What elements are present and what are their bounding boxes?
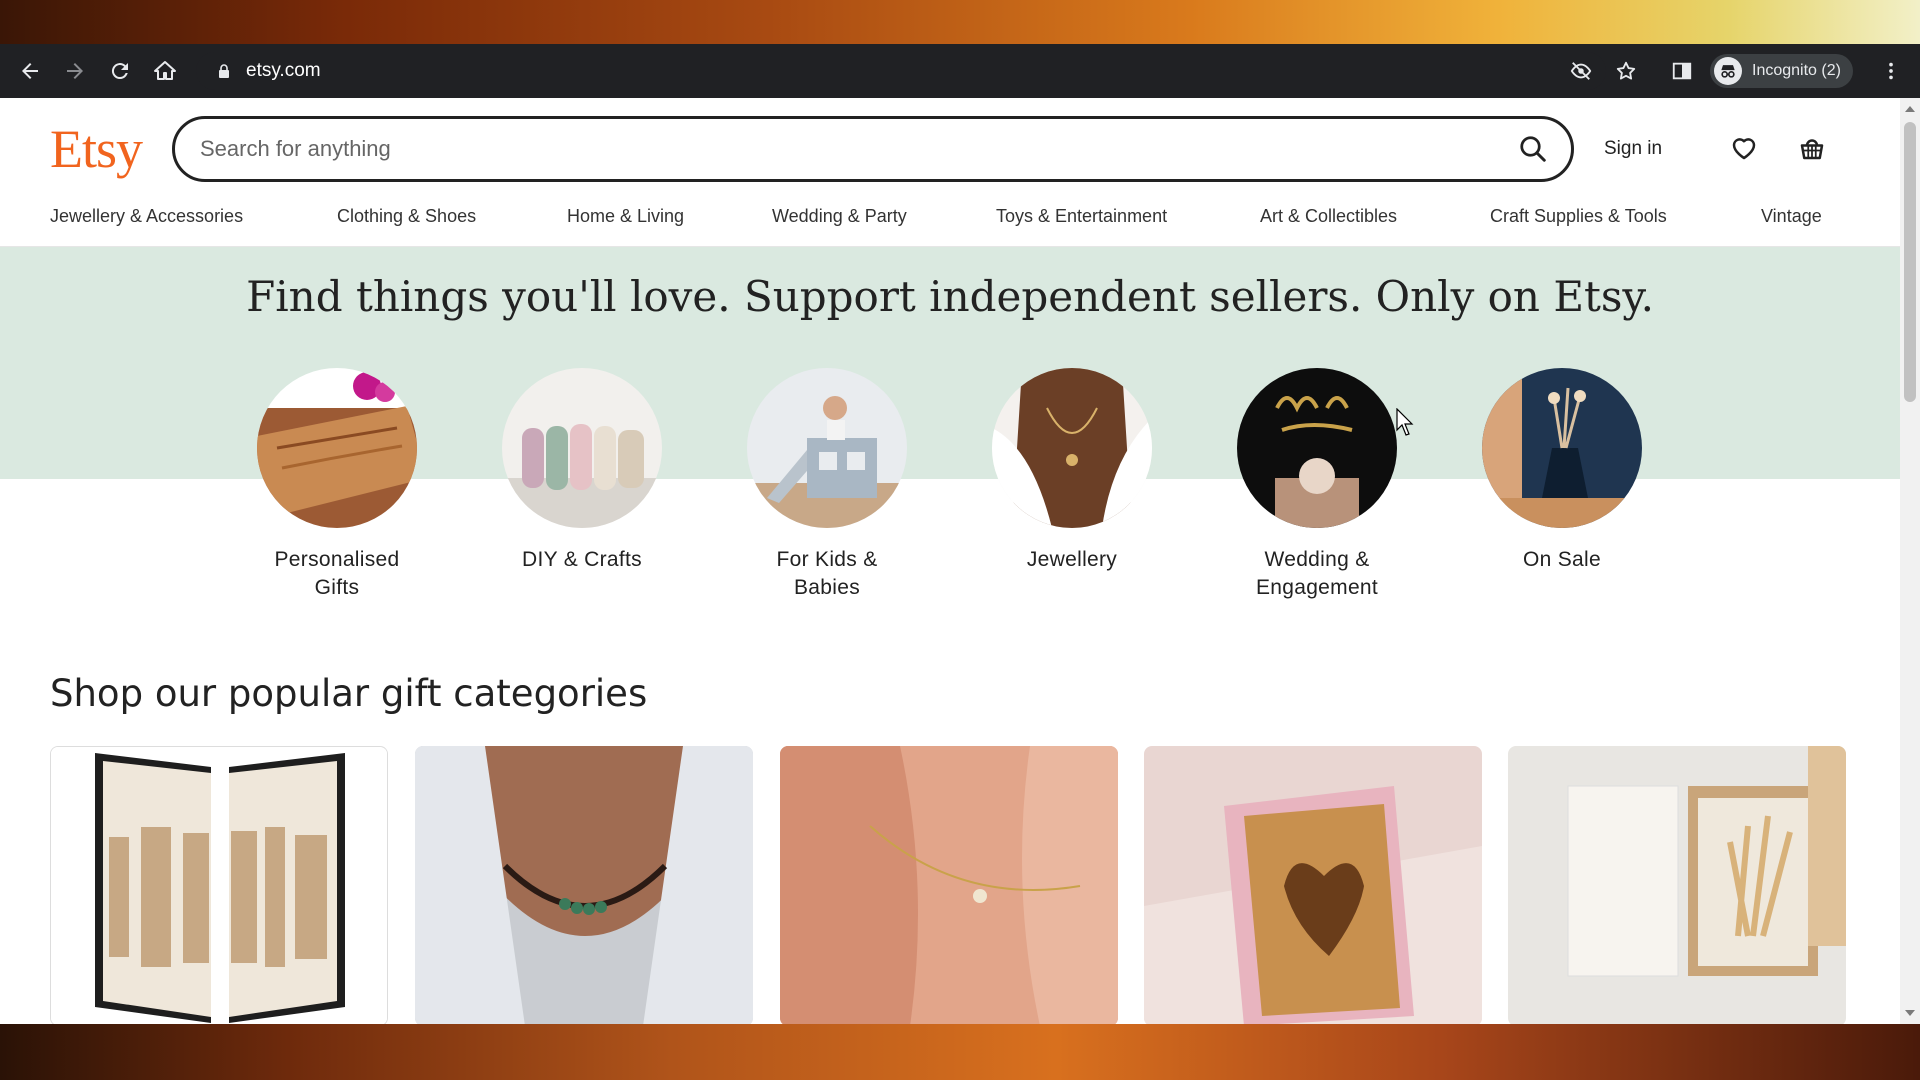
gift-tile-book-art[interactable] (50, 746, 388, 1024)
gift-box-image (1508, 746, 1846, 1024)
sign-in-link[interactable]: Sign in (1604, 138, 1662, 160)
circle-label: DIY & Crafts (522, 548, 642, 571)
mens-necklace-image (415, 746, 753, 1024)
browser-menu-button[interactable] (1876, 44, 1906, 98)
heart-icon (1732, 138, 1756, 160)
browser-toolbar: etsy.com Incognito (2) (0, 44, 1920, 98)
basket-icon (1800, 139, 1824, 160)
nav-wedding-party[interactable]: Wedding & Party (772, 206, 907, 227)
circle-label: Personalised Gifts (274, 548, 400, 599)
nav-craft-supplies-tools[interactable]: Craft Supplies & Tools (1490, 206, 1667, 227)
nav-clothing-shoes[interactable]: Clothing & Shoes (337, 206, 476, 227)
hero-title: Find things you'll love. Support indepen… (246, 272, 1654, 321)
search-button[interactable] (1505, 121, 1561, 177)
gift-tile-necklace[interactable] (415, 746, 753, 1024)
url-text: etsy.com (246, 60, 321, 81)
desktop-backdrop-top (0, 0, 1920, 44)
jewellery-image (992, 368, 1152, 528)
cart-button[interactable] (1792, 128, 1832, 168)
eye-off-button[interactable] (1566, 44, 1596, 98)
back-button[interactable] (8, 44, 52, 98)
circle-jewellery[interactable]: Jewellery (992, 368, 1152, 574)
incognito-profile-button[interactable]: Incognito (2) (1710, 54, 1853, 88)
search-bar (172, 116, 1574, 182)
nav-toys-entertainment[interactable]: Toys & Entertainment (996, 206, 1167, 227)
page-scrollbar[interactable] (1900, 98, 1920, 1024)
category-nav: Jewellery & Accessories Clothing & Shoes… (0, 206, 1900, 246)
etsy-logo[interactable]: Etsy (50, 118, 143, 180)
circle-wedding-engagement[interactable]: Wedding & Engagement (1237, 368, 1397, 602)
circle-kids-babies[interactable]: For Kids & Babies (747, 368, 907, 602)
kids-babies-image (747, 368, 907, 528)
arrow-right-icon (67, 63, 83, 79)
circle-label: Wedding & Engagement (1255, 548, 1379, 599)
nav-vintage[interactable]: Vintage (1761, 206, 1822, 227)
gift-tile-anklet[interactable] (780, 746, 1118, 1024)
circle-personalised-gifts[interactable]: Personalised Gifts (257, 368, 417, 602)
diy-crafts-image (502, 368, 662, 528)
reload-button[interactable] (98, 44, 142, 98)
side-panel-button[interactable] (1667, 44, 1697, 98)
popular-gifts-heading: Shop our popular gift categories (50, 672, 648, 715)
circle-label: On Sale (1523, 548, 1601, 571)
nav-art-collectibles[interactable]: Art & Collectibles (1260, 206, 1397, 227)
search-input[interactable] (175, 136, 1505, 162)
book-art-image (51, 747, 387, 1024)
favorites-button[interactable] (1724, 128, 1764, 168)
circle-label: Jewellery (1026, 548, 1118, 571)
circle-label: For Kids & Babies (776, 548, 878, 599)
side-panel-icon (1672, 62, 1692, 80)
circle-diy-crafts[interactable]: DIY & Crafts (502, 368, 662, 574)
arrow-left-icon (22, 63, 38, 79)
star-icon (1616, 61, 1636, 80)
address-bar[interactable]: etsy.com (196, 52, 1606, 90)
scroll-up-icon[interactable] (1905, 106, 1915, 112)
wedding-engagement-image (1237, 368, 1397, 528)
desktop-backdrop-bottom (0, 1024, 1920, 1080)
anklet-image (780, 746, 1118, 1024)
gift-tile-wooden-card[interactable] (1144, 746, 1482, 1024)
eye-off-icon (1570, 62, 1592, 80)
forward-button[interactable] (53, 44, 97, 98)
on-sale-image (1482, 368, 1642, 528)
nav-home-living[interactable]: Home & Living (567, 206, 684, 227)
reload-icon (111, 63, 128, 80)
mouse-cursor-icon (1396, 408, 1414, 436)
nav-jewellery-accessories[interactable]: Jewellery & Accessories (50, 206, 243, 227)
search-icon (1520, 136, 1546, 162)
page-viewport: Etsy Sign in Jewellery & Accessories Clo… (0, 98, 1920, 1024)
scroll-thumb[interactable] (1904, 122, 1916, 402)
home-icon (154, 61, 176, 80)
gift-tile-gift-box[interactable] (1508, 746, 1846, 1024)
incognito-label: Incognito (2) (1752, 62, 1841, 79)
circle-on-sale[interactable]: On Sale (1482, 368, 1642, 574)
scroll-down-icon[interactable] (1905, 1010, 1915, 1016)
bookmark-button[interactable] (1611, 44, 1641, 98)
kebab-menu-icon (1889, 62, 1893, 80)
lock-icon (219, 64, 229, 78)
personalised-gifts-image (257, 368, 417, 528)
home-button[interactable] (143, 44, 187, 98)
wooden-card-image (1144, 746, 1482, 1024)
incognito-icon (1714, 57, 1742, 85)
